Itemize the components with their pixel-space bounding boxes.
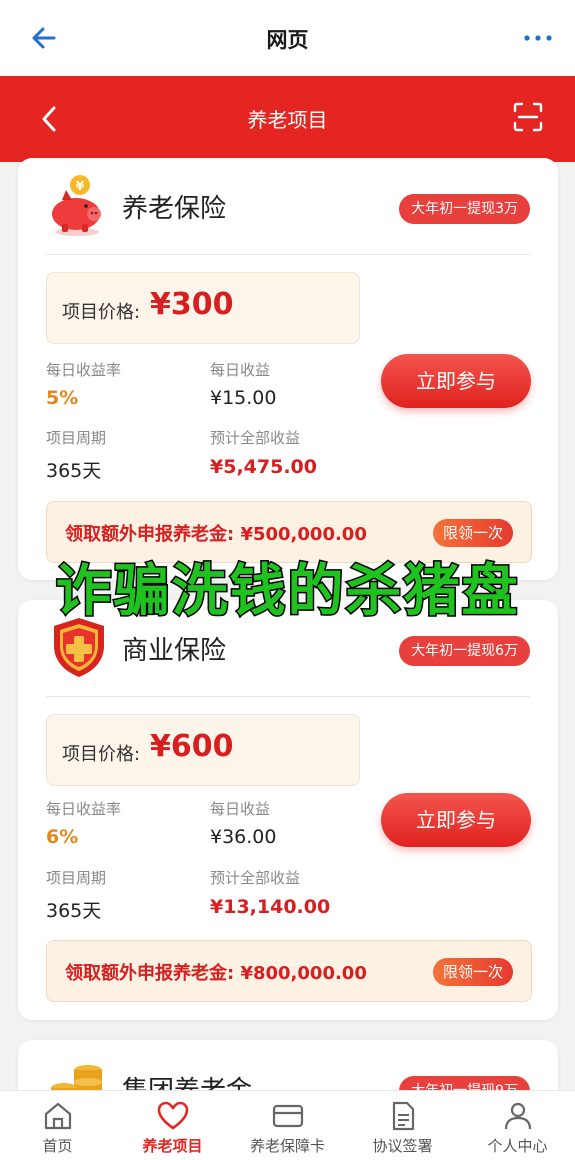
project-card: 商业保险 大年初一提现6万 项目价格: ¥600 每日收益率 6% 每日收益 ¥… <box>18 600 558 1020</box>
daily-income-value: ¥36.00 <box>210 826 277 848</box>
daily-rate-label: 每日收益率 <box>46 361 122 379</box>
daily-income-label: 每日收益 <box>210 361 271 379</box>
home-icon <box>44 1102 72 1130</box>
nav-label: 养老项目 <box>142 1137 203 1155</box>
daily-income-label: 每日收益 <box>210 800 271 818</box>
price-label: 项目价格: <box>62 302 141 323</box>
scan-icon[interactable] <box>513 102 543 132</box>
project-name: 商业保险 <box>122 636 227 666</box>
total-income-label: 预计全部收益 <box>210 429 301 447</box>
nav-label: 协议签署 <box>372 1137 433 1155</box>
nav-item-agreement[interactable]: 协议签署 <box>345 1091 460 1160</box>
period-label: 项目周期 <box>46 869 107 887</box>
price-label: 项目价格: <box>62 744 141 765</box>
heart-icon <box>157 1101 189 1130</box>
limit-once-chip[interactable]: 限领一次 <box>432 519 513 547</box>
period-value: 365天 <box>46 460 102 482</box>
withdraw-badge: 大年初一提现3万 <box>399 194 530 224</box>
bonus-box: 领取额外申报养老金: ¥800,000.00 限领一次 <box>46 940 532 1002</box>
document-icon <box>392 1101 415 1131</box>
nav-label: 养老保障卡 <box>249 1137 325 1155</box>
piggy-bank-icon: ¥ <box>44 172 110 238</box>
period-label: 项目周期 <box>46 429 107 447</box>
card-icon <box>272 1104 304 1128</box>
nav-item-home[interactable]: 首页 <box>0 1091 115 1160</box>
bottom-nav: 首页 养老项目 养老保障卡 协议签署 个人中心 <box>0 1090 575 1160</box>
svg-text:¥: ¥ <box>76 179 85 193</box>
page-title: 养老项目 <box>247 108 328 132</box>
price-value: ¥600 <box>150 729 234 764</box>
more-options-icon[interactable] <box>523 28 553 48</box>
nav-item-pension-projects[interactable]: 养老项目 <box>115 1091 230 1160</box>
bonus-text: 领取额外申报养老金: ¥500,000.00 <box>65 524 367 545</box>
browser-title: 网页 <box>266 28 309 52</box>
project-name: 养老保险 <box>122 194 227 224</box>
total-income-value: ¥13,140.00 <box>210 896 331 918</box>
join-button[interactable]: 立即参与 <box>381 793 531 847</box>
nav-label: 首页 <box>42 1137 73 1155</box>
bonus-text: 领取额外申报养老金: ¥800,000.00 <box>65 963 367 984</box>
divider <box>46 254 530 255</box>
join-button[interactable]: 立即参与 <box>381 354 531 408</box>
period-value: 365天 <box>46 900 102 922</box>
person-icon <box>504 1102 532 1130</box>
limit-once-chip[interactable]: 限领一次 <box>432 958 513 986</box>
nav-item-profile[interactable]: 个人中心 <box>460 1091 575 1160</box>
browser-top-bar: 网页 <box>0 0 575 76</box>
price-box: 项目价格: ¥300 <box>46 272 360 344</box>
total-income-label: 预计全部收益 <box>210 869 301 887</box>
app-header: 养老项目 <box>0 76 575 162</box>
nav-label: 个人中心 <box>487 1137 548 1155</box>
project-card: ¥ 养老保险 大年初一提现3万 项目价格: ¥300 每日收益率 5% 每日收益… <box>18 158 558 580</box>
total-income-value: ¥5,475.00 <box>210 456 317 478</box>
daily-rate-value: 5% <box>46 387 79 409</box>
daily-rate-label: 每日收益率 <box>46 800 122 818</box>
daily-income-value: ¥15.00 <box>210 387 277 409</box>
price-value: ¥300 <box>150 287 234 322</box>
overlay-warning-text: 诈骗洗钱的杀猪盘 <box>54 558 520 626</box>
price-box: 项目价格: ¥600 <box>46 714 360 786</box>
divider <box>46 696 530 697</box>
withdraw-badge: 大年初一提现6万 <box>399 636 530 666</box>
nav-item-pension-card[interactable]: 养老保障卡 <box>230 1091 345 1160</box>
daily-rate-value: 6% <box>46 826 79 848</box>
